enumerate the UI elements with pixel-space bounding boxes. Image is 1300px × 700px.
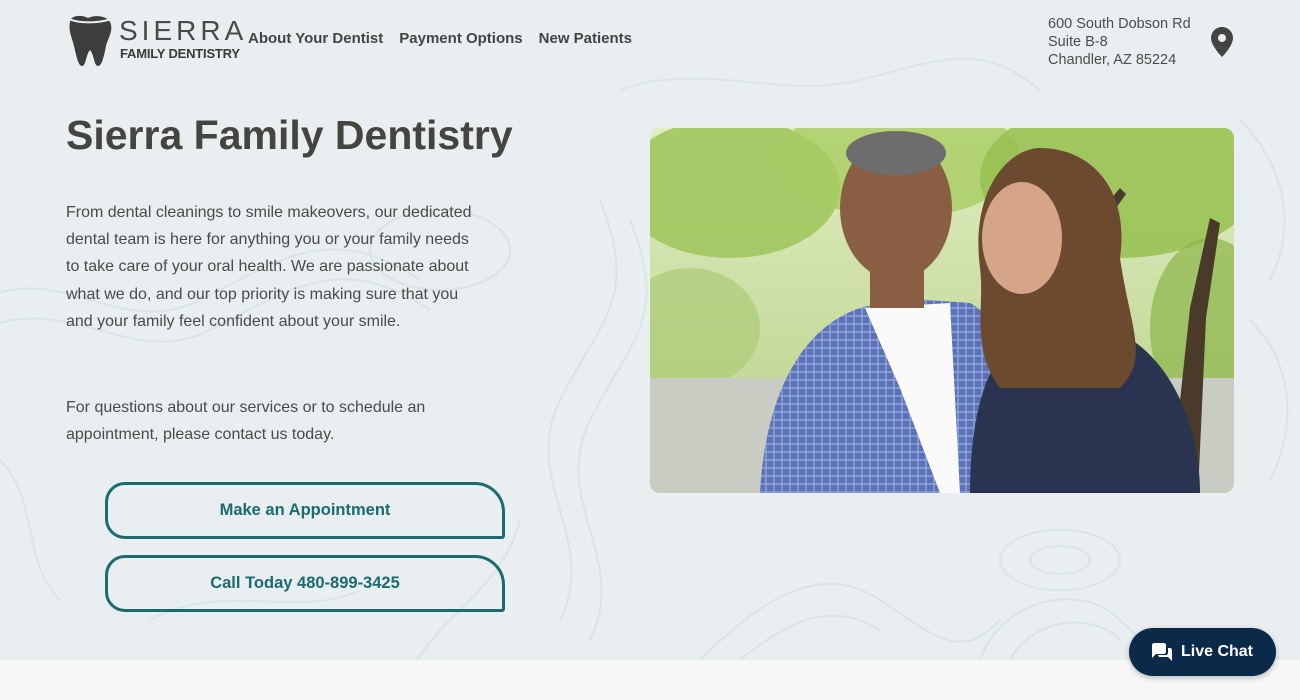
dentists-photo — [650, 128, 1234, 493]
contact-paragraph: For questions about our services or to s… — [66, 399, 426, 444]
nav-payment-options[interactable]: Payment Options — [399, 30, 522, 48]
main-nav: About Your Dentist Payment Options New P… — [248, 30, 632, 48]
map-pin-icon[interactable] — [1211, 27, 1233, 57]
logo-subtitle: FAMILY DENTISTRY — [120, 46, 240, 61]
intro-paragraph: From dental cleanings to smile makeovers… — [66, 204, 472, 330]
hero-section: SIERRA FAMILY DENTISTRY About Your Denti… — [0, 0, 1300, 660]
chat-bubble-icon — [1151, 643, 1172, 661]
address-line-3: Chandler, AZ 85224 — [1048, 52, 1177, 68]
office-address[interactable]: 600 South Dobson Rd Suite B-8 Chandler, … — [1048, 15, 1191, 69]
live-chat-button[interactable]: Live Chat — [1129, 628, 1276, 676]
make-appointment-button[interactable]: Make an Appointment — [105, 482, 505, 539]
page-title: Sierra Family Dentistry — [66, 112, 513, 158]
live-chat-label: Live Chat — [1180, 643, 1253, 660]
nav-about-your-dentist[interactable]: About Your Dentist — [248, 30, 383, 48]
tooth-icon — [66, 15, 117, 66]
address-line-2: Suite B-8 — [1048, 34, 1108, 50]
address-line-1: 600 South Dobson Rd — [1048, 16, 1191, 32]
logo-wordmark: SIERRA — [119, 15, 248, 46]
site-logo[interactable]: SIERRA FAMILY DENTISTRY — [66, 14, 243, 68]
call-today-button[interactable]: Call Today 480-899-3425 — [105, 555, 505, 612]
footer-band — [0, 660, 1300, 700]
nav-new-patients[interactable]: New Patients — [539, 30, 632, 48]
